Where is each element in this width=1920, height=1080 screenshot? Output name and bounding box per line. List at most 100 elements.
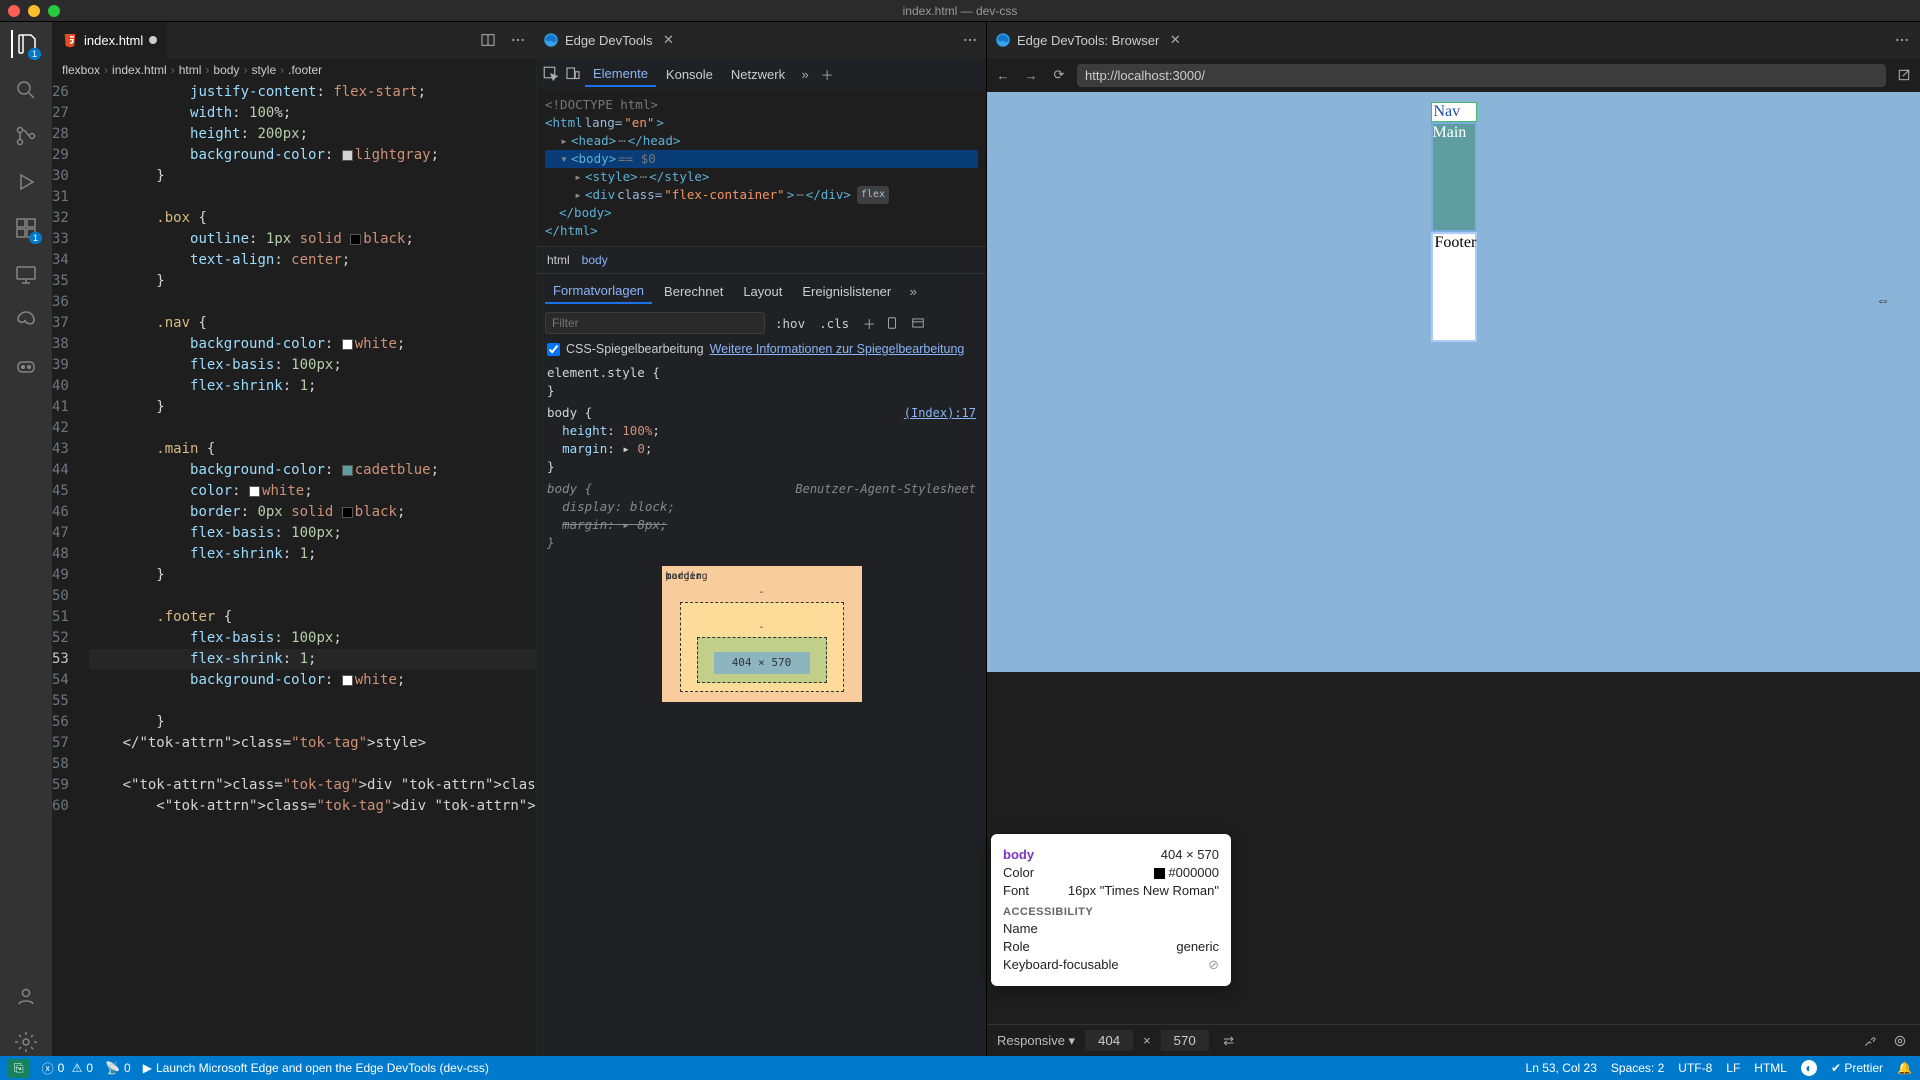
device-icon[interactable] — [885, 316, 905, 330]
panel-more-icon[interactable] — [960, 30, 980, 50]
extensions-icon[interactable]: 1 — [12, 214, 40, 242]
macos-titlebar: index.html — dev-css — [0, 0, 1920, 22]
viewport-height-input[interactable] — [1161, 1030, 1209, 1051]
editor-tab-bar: index.html — [52, 22, 536, 58]
more-tools-icon[interactable]: » — [795, 64, 815, 84]
code-editor[interactable]: 2627282930313233343536373839404142434445… — [52, 82, 536, 1056]
browser-tab-label: Edge DevTools: Browser — [1017, 33, 1159, 48]
styles-filter-input[interactable] — [545, 312, 765, 334]
browser-viewport-wrapper: Nav Main Footer ⇔ body404 × 570 Color#00… — [987, 92, 1920, 1024]
close-browser-tab-icon[interactable]: ✕ — [1165, 30, 1185, 50]
run-debug-icon[interactable] — [12, 168, 40, 196]
explorer-badge: 1 — [28, 48, 41, 60]
tool-elements[interactable]: Elemente — [585, 62, 656, 87]
close-tab-icon[interactable]: ✕ — [658, 30, 678, 50]
styles-filter-row: :hov .cls ＋ — [537, 308, 986, 338]
ports-indicator[interactable]: 📡 0 — [105, 1061, 131, 1075]
browser-more-icon[interactable] — [1892, 30, 1912, 50]
devtools-tab-label: Edge DevTools — [565, 33, 652, 48]
source-link[interactable]: (Index):17 — [904, 404, 976, 422]
copilot-status-icon[interactable]: ◐ — [1801, 1060, 1817, 1076]
page-main-box: Main — [1431, 122, 1477, 232]
breadcrumb-item[interactable]: body — [213, 63, 239, 77]
edge-tools-icon[interactable] — [12, 306, 40, 334]
computed-panel-icon[interactable] — [911, 316, 931, 330]
mirror-label: CSS-Spiegelbearbeitung — [566, 342, 704, 356]
cursor-position[interactable]: Ln 53, Col 23 — [1526, 1061, 1597, 1075]
resize-handle-icon[interactable]: ⇔ — [1876, 292, 1890, 308]
page-nav-box: Nav — [1431, 102, 1477, 122]
page-footer-box: Footer — [1431, 232, 1477, 342]
account-icon[interactable] — [12, 982, 40, 1010]
cls-toggle[interactable]: .cls — [815, 314, 853, 333]
breadcrumb-item[interactable]: html — [179, 63, 202, 77]
screenshot-icon[interactable] — [1890, 1031, 1910, 1051]
devtools-tab-bar: Edge DevTools ✕ — [537, 22, 986, 58]
more-actions-icon[interactable] — [508, 30, 528, 50]
split-editor-icon[interactable] — [478, 30, 498, 50]
status-bar: ⎘ ⓧ 0 ⚠ 0 📡 0 ▶ Launch Microsoft Edge an… — [0, 1056, 1920, 1080]
dirty-dot-icon[interactable] — [149, 36, 157, 44]
language-mode[interactable]: HTML — [1754, 1061, 1787, 1075]
source-control-icon[interactable] — [12, 122, 40, 150]
remote-indicator[interactable]: ⎘ — [8, 1059, 30, 1078]
computed-tab[interactable]: Berechnet — [656, 280, 731, 303]
problems-indicator[interactable]: ⓧ 0 ⚠ 0 — [42, 1060, 93, 1077]
eol-status[interactable]: LF — [1726, 1061, 1740, 1075]
reload-icon[interactable]: ⟳ — [1049, 65, 1069, 85]
device-emulation-icon[interactable] — [563, 64, 583, 84]
launch-task[interactable]: ▶ Launch Microsoft Edge and open the Edg… — [143, 1061, 489, 1075]
tool-console[interactable]: Konsole — [658, 63, 721, 86]
flex-badge[interactable]: flex — [857, 186, 889, 204]
rendered-page[interactable]: Nav Main Footer ⇔ — [987, 92, 1920, 672]
back-icon[interactable]: ← — [993, 65, 1013, 85]
open-external-icon[interactable] — [1894, 65, 1914, 85]
listeners-tab[interactable]: Ereignislistener — [794, 280, 899, 303]
browser-tab[interactable]: Edge DevTools: Browser ✕ — [995, 30, 1185, 50]
explorer-icon[interactable]: 1 — [11, 30, 39, 58]
search-icon[interactable] — [12, 76, 40, 104]
viewport-width-input[interactable] — [1085, 1030, 1133, 1051]
copilot-icon[interactable] — [12, 352, 40, 380]
add-tool-icon[interactable]: ＋ — [817, 64, 837, 84]
encoding-status[interactable]: UTF-8 — [1678, 1061, 1712, 1075]
forward-icon[interactable]: → — [1021, 65, 1041, 85]
dom-tree[interactable]: <!DOCTYPE html> <html lang="en"> ▸<head>… — [537, 90, 986, 246]
inspect-element-icon[interactable] — [541, 64, 561, 84]
tool-network[interactable]: Netzwerk — [723, 63, 793, 86]
styles-tab[interactable]: Formatvorlagen — [545, 279, 652, 304]
editor-tab-index-html[interactable]: index.html — [52, 22, 168, 58]
browser-preview-panel: Edge DevTools: Browser ✕ ← → ⟳ http://lo… — [987, 22, 1920, 1056]
url-field[interactable]: http://localhost:3000/ — [1077, 64, 1886, 87]
remote-explorer-icon[interactable] — [12, 260, 40, 288]
devtools-tab[interactable]: Edge DevTools ✕ — [543, 30, 678, 50]
extensions-badge: 1 — [29, 232, 42, 244]
breadcrumb-item[interactable]: .footer — [288, 63, 322, 77]
styles-rules[interactable]: element.style {} (Index):17 body { heigh… — [537, 360, 986, 1056]
rotate-icon[interactable]: ⇄ — [1219, 1031, 1239, 1051]
dom-selected-body[interactable]: ▾<body> == $0 — [545, 150, 978, 168]
hov-toggle[interactable]: :hov — [771, 314, 809, 333]
mirror-checkbox[interactable] — [547, 343, 560, 356]
box-model-diagram: margin - border - padding 404 × 570 — [662, 566, 862, 702]
styles-subtabs: Formatvorlagen Berechnet Layout Ereignis… — [537, 274, 986, 308]
eyedropper-icon[interactable] — [1860, 1031, 1880, 1051]
notifications-icon[interactable]: 🔔 — [1897, 1061, 1912, 1075]
line-gutter: 2627282930313233343536373839404142434445… — [52, 82, 81, 1056]
device-mode-select[interactable]: Responsive ▾ — [997, 1033, 1075, 1049]
more-subtabs-icon[interactable]: » — [903, 281, 923, 301]
breadcrumb-bar[interactable]: flexbox› index.html› html› body› style› … — [52, 58, 536, 82]
mirror-link[interactable]: Weitere Informationen zur Spiegelbearbei… — [710, 342, 965, 356]
css-mirror-row: CSS-Spiegelbearbeitung Weitere Informati… — [537, 338, 986, 360]
indentation-status[interactable]: Spaces: 2 — [1611, 1061, 1664, 1075]
breadcrumb-item[interactable]: index.html — [112, 63, 167, 77]
dom-breadcrumb[interactable]: html body — [537, 246, 986, 274]
settings-gear-icon[interactable] — [12, 1028, 40, 1056]
new-style-rule-icon[interactable]: ＋ — [859, 314, 879, 333]
devtools-toolbar: Elemente Konsole Netzwerk » ＋ — [537, 58, 986, 90]
layout-tab[interactable]: Layout — [735, 280, 790, 303]
breadcrumb-item[interactable]: style — [251, 63, 276, 77]
activity-bar: 1 1 — [0, 22, 52, 1056]
prettier-status[interactable]: ✔ Prettier — [1831, 1061, 1883, 1075]
breadcrumb-item[interactable]: flexbox — [62, 63, 100, 77]
